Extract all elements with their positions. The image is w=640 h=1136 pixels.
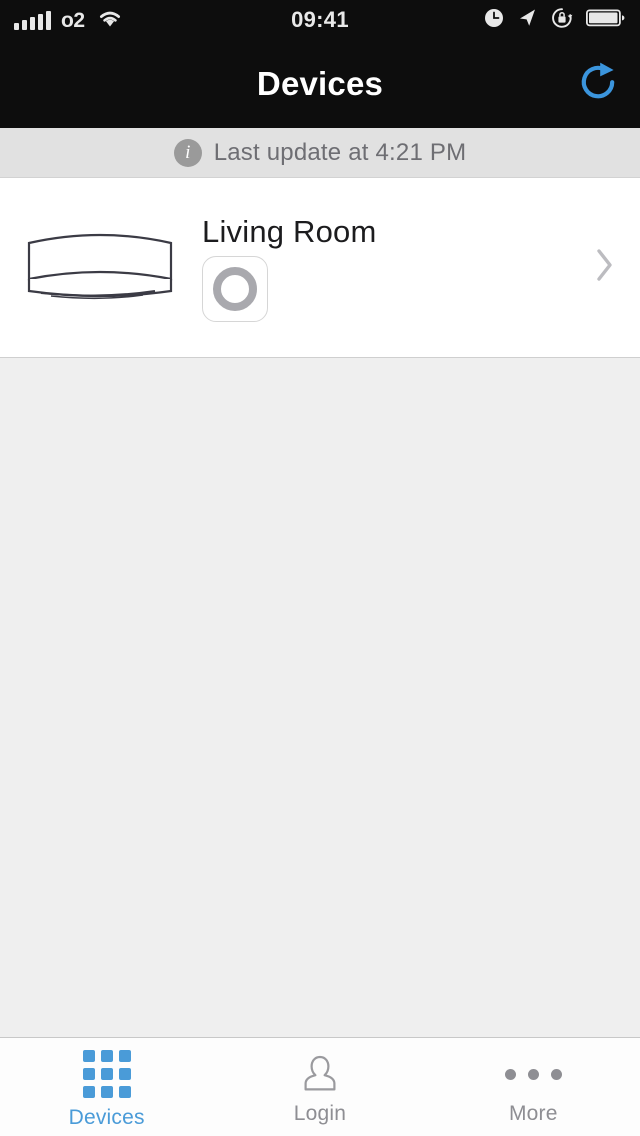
device-disclosure-indicator[interactable] xyxy=(570,247,640,288)
device-list-item[interactable]: Living Room xyxy=(0,178,640,358)
status-bar-left: o2 xyxy=(0,7,211,34)
carrier-label: o2 xyxy=(61,8,85,32)
wifi-icon xyxy=(95,7,125,34)
battery-icon xyxy=(585,8,626,33)
tab-more[interactable]: More xyxy=(427,1038,640,1136)
chevron-right-icon xyxy=(594,247,616,288)
tab-devices-label: Devices xyxy=(68,1106,145,1129)
status-bar-right xyxy=(429,6,640,35)
tab-more-label: More xyxy=(508,1102,558,1125)
alarm-clock-icon xyxy=(483,7,505,34)
page-title: Devices xyxy=(256,65,384,102)
location-arrow-icon xyxy=(517,7,538,33)
power-ring-icon xyxy=(213,266,257,311)
tab-devices[interactable]: Devices xyxy=(0,1038,213,1136)
person-icon xyxy=(298,1054,342,1094)
status-bar: o2 09:41 xyxy=(0,0,640,40)
grid-icon xyxy=(82,1050,131,1098)
refresh-icon xyxy=(574,58,622,111)
tab-login[interactable]: Login xyxy=(213,1038,426,1136)
rotation-lock-icon xyxy=(550,6,574,35)
device-name: Living Room xyxy=(202,213,377,249)
status-bar-center: 09:41 xyxy=(211,7,429,33)
signal-bars-icon xyxy=(14,10,51,30)
device-thumbnail xyxy=(0,178,200,358)
device-info: Living Room xyxy=(200,214,570,322)
refresh-button[interactable] xyxy=(570,56,626,112)
status-bar-clock: 09:41 xyxy=(291,7,349,32)
last-update-text: Last update at 4:21 PM xyxy=(213,138,467,166)
tab-bar: Devices Login More xyxy=(0,1037,640,1136)
last-update-banner: i Last update at 4:21 PM xyxy=(0,128,640,178)
nav-bar: Devices xyxy=(0,40,640,128)
device-power-button[interactable] xyxy=(202,255,268,322)
tab-login-label: Login xyxy=(293,1102,347,1125)
ellipsis-icon xyxy=(504,1054,562,1094)
info-icon: i xyxy=(173,138,202,167)
empty-content-area xyxy=(0,359,640,1037)
air-conditioner-icon xyxy=(25,225,175,310)
app-screen: o2 09:41 Devices i Last update at 4:21 P… xyxy=(0,0,640,1136)
